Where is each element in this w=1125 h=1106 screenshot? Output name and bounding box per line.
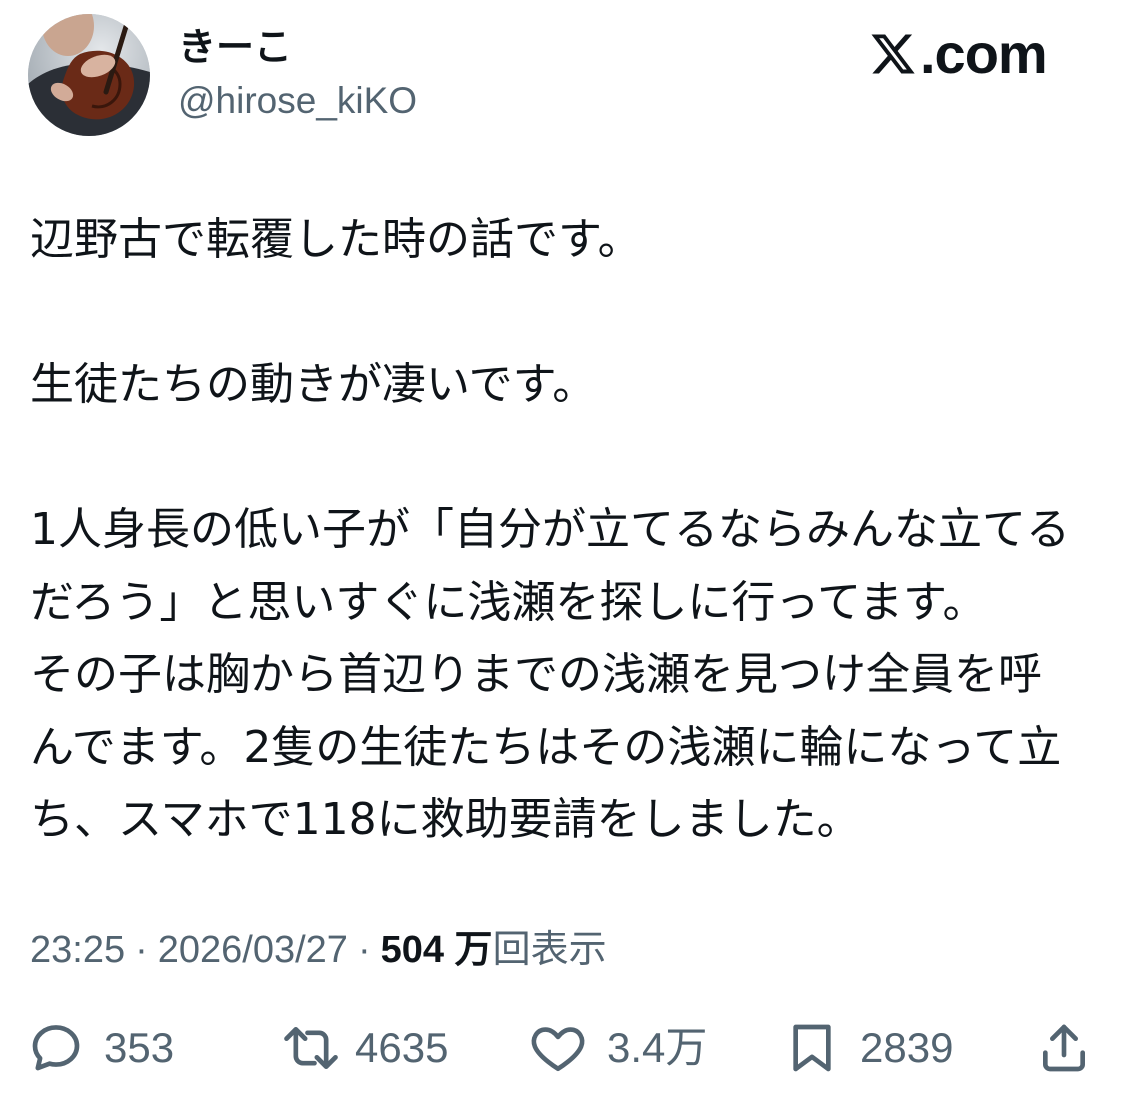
post-paragraph: 辺野古で転覆した時の話です。 xyxy=(30,204,1110,277)
post-line: その子は胸から首辺りまでの浅瀬を見つけ全員を呼 xyxy=(30,649,1042,700)
bookmark-button[interactable]: 2839 xyxy=(786,1020,953,1076)
post-line: んでます。2隻の生徒たちはその浅瀬に輪になって立 xyxy=(30,721,1062,773)
post-line: ち、スマホで118に救助要請をしました。 xyxy=(30,794,861,845)
brand-domain-suffix: .com xyxy=(920,22,1048,85)
brand-logo: .com xyxy=(868,22,1048,85)
reply-button[interactable]: 353 xyxy=(28,1020,174,1076)
x-logo-icon xyxy=(871,34,915,74)
post-date[interactable]: 2026/03/27 xyxy=(158,929,348,971)
post-line: だろう」と思いすぐに浅瀬を探しに行ってます。 xyxy=(30,576,987,628)
post-text: 辺野古で転覆した時の話です。 生徒たちの動きが凄いです。 1人身長の低い子が「自… xyxy=(30,204,1110,857)
post-meta: 23:25 · 2026/03/27 · 504 万回表示 xyxy=(30,926,607,974)
post-line: 生徒たちの動きが凄いです。 xyxy=(30,359,597,410)
views-count: 504 万 xyxy=(380,929,493,971)
bookmark-icon xyxy=(793,1024,831,1072)
share-icon xyxy=(1043,1024,1085,1072)
views-label: 回表示 xyxy=(492,929,607,971)
share-button[interactable] xyxy=(1036,1020,1092,1076)
author-handle[interactable]: @hirose_kiKO xyxy=(178,78,417,124)
like-button[interactable]: 3.4万 xyxy=(528,1020,707,1076)
post-paragraph: 1人身長の低い子が「自分が立てるならみんな立てる だろう」と思いすぐに浅瀬を探し… xyxy=(30,494,1110,857)
post-time[interactable]: 23:25 xyxy=(30,929,125,971)
like-count: 3.4万 xyxy=(607,1024,708,1071)
post-line: 1人身長の低い子が「自分が立てるならみんな立てる xyxy=(30,504,1070,555)
reply-icon xyxy=(32,1025,80,1071)
author-display-name[interactable]: きーこ xyxy=(178,24,292,72)
post-line: 辺野古で転覆した時の話です。 xyxy=(30,214,642,265)
bookmark-count: 2839 xyxy=(860,1024,954,1071)
avatar[interactable] xyxy=(28,14,150,136)
avatar-image xyxy=(28,14,150,136)
repost-icon xyxy=(284,1027,338,1069)
repost-count: 4635 xyxy=(355,1024,449,1071)
heart-icon xyxy=(531,1027,585,1072)
repost-button[interactable]: 4635 xyxy=(280,1020,448,1076)
meta-separator: · xyxy=(357,929,371,971)
post-paragraph: 生徒たちの動きが凄いです。 xyxy=(30,349,1110,422)
reply-count: 353 xyxy=(104,1024,175,1071)
meta-separator: · xyxy=(135,929,148,971)
